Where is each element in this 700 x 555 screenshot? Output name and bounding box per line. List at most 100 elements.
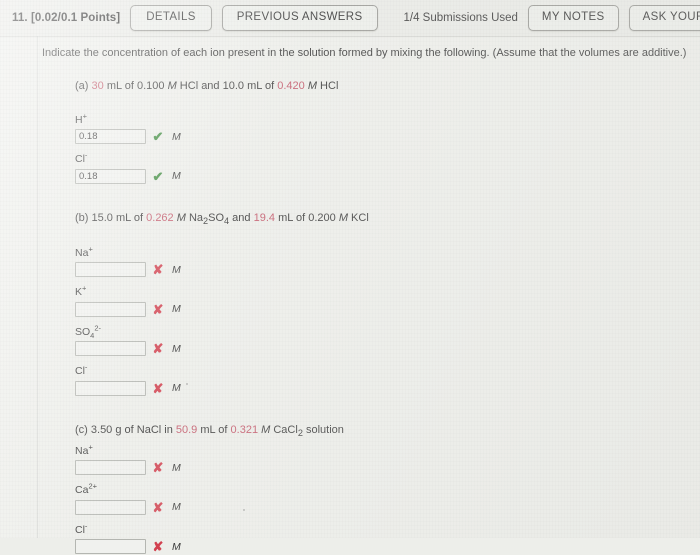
ion-label-k-plus: K+ bbox=[75, 283, 700, 299]
part-b-value-2: 19.4 bbox=[253, 211, 276, 224]
part-b-text-1: Na bbox=[185, 211, 204, 224]
part-c-molarity-1: M bbox=[261, 423, 271, 436]
part-a-molarity-1: M bbox=[167, 80, 177, 93]
answer-row-sulfate: ✘ M bbox=[75, 340, 700, 357]
ion-name: K bbox=[75, 286, 83, 299]
answer-row-na-plus-b: ✘ M bbox=[75, 261, 700, 278]
ion-label-h-plus: H+ bbox=[75, 112, 700, 126]
part-a-marker: (a) bbox=[75, 80, 89, 93]
answer-input-cl-minus-a[interactable] bbox=[75, 168, 146, 184]
answer-input-ca-2plus[interactable] bbox=[75, 499, 146, 515]
page-speck bbox=[186, 383, 188, 385]
answer-row-cl-minus-c: ✘ M bbox=[75, 538, 700, 555]
question-header-bar: 11. [0.02/0.1 Points] DETAILS PREVIOUS A… bbox=[0, 0, 700, 36]
my-notes-button[interactable]: MY NOTES bbox=[527, 5, 619, 31]
question-prompt: Indicate the concentration of each ion p… bbox=[42, 47, 687, 59]
unit-label-cl-minus-a: M bbox=[172, 170, 181, 183]
ion-name: Cl bbox=[75, 523, 85, 536]
ion-name: Cl bbox=[75, 153, 85, 166]
ion-charge: - bbox=[84, 362, 88, 372]
part-a-text-1: mL of 0.100 bbox=[103, 80, 168, 93]
ion-charge: 2- bbox=[94, 323, 102, 333]
header-right-button-group: MY NOTES ASK YOUR TEACHER bbox=[518, 5, 700, 31]
ask-your-teacher-button[interactable]: ASK YOUR TEACHER bbox=[628, 5, 700, 31]
part-c-value-1: 50.9 bbox=[175, 423, 198, 436]
unit-label-na-plus-b: M bbox=[172, 263, 181, 276]
ion-label-ca-2plus: Ca2+ bbox=[75, 481, 700, 496]
question-points-label: 11. [0.02/0.1 Points] bbox=[12, 12, 121, 24]
part-b-molarity-2: M bbox=[338, 211, 348, 224]
incorrect-cross-icon: ✘ bbox=[152, 539, 164, 555]
answer-input-sulfate[interactable] bbox=[75, 341, 146, 357]
correct-check-icon: ✔ bbox=[152, 129, 164, 145]
part-b-molarity-1: M bbox=[176, 211, 186, 224]
ion-label-cl-minus-a: Cl- bbox=[75, 150, 700, 166]
unit-label-sulfate: M bbox=[172, 342, 181, 355]
part-b-marker: (b) bbox=[75, 211, 89, 224]
ion-charge: 2+ bbox=[88, 481, 97, 491]
ion-label-na-plus-b: Na+ bbox=[75, 245, 700, 259]
unit-label-cl-minus-b: M bbox=[172, 382, 181, 395]
answer-row-na-plus-c: ✘ M bbox=[75, 459, 700, 476]
ion-label-sulfate: SO42- bbox=[75, 324, 700, 339]
ion-name: H bbox=[75, 113, 83, 126]
ion-label-cl-minus-c: Cl- bbox=[75, 522, 700, 536]
details-button[interactable]: DETAILS bbox=[130, 5, 212, 31]
ion-charge: - bbox=[84, 150, 88, 160]
part-b-value-1: 0.262 bbox=[146, 211, 174, 224]
incorrect-cross-icon: ✘ bbox=[152, 341, 164, 357]
incorrect-cross-icon: ✘ bbox=[152, 301, 164, 317]
answer-input-cl-minus-c[interactable] bbox=[75, 539, 146, 555]
part-b-text-3: and bbox=[229, 211, 254, 224]
question-content: Indicate the concentration of each ion p… bbox=[0, 36, 700, 555]
incorrect-cross-icon: ✘ bbox=[152, 499, 164, 515]
part-c-statement: (c) 3.50 g of NaCl in 50.9 mL of 0.321 M… bbox=[75, 423, 700, 440]
part-b-text-5: KCl bbox=[348, 211, 369, 224]
unit-label-ca-2plus: M bbox=[172, 501, 181, 514]
ion-charge: + bbox=[88, 244, 93, 254]
part-b-statement: (b) 15.0 mL of 0.262 M Na2SO4 and 19.4 m… bbox=[75, 211, 700, 228]
page-speck bbox=[243, 509, 245, 511]
part-a-value-1: 30 bbox=[91, 80, 104, 93]
ion-name: SO bbox=[75, 325, 91, 338]
answer-input-cl-minus-b[interactable] bbox=[75, 380, 146, 396]
submissions-used-label: 1/4 Submissions Used bbox=[403, 12, 518, 24]
part-a-text-3: HCl bbox=[317, 80, 339, 93]
part-c-value-2: 0.321 bbox=[230, 423, 259, 436]
incorrect-cross-icon: ✘ bbox=[152, 460, 164, 476]
part-b-text-0: 15.0 mL of bbox=[91, 211, 147, 224]
part-a-text-2: HCl and 10.0 mL of bbox=[176, 80, 278, 93]
unit-label-k-plus: M bbox=[172, 303, 181, 316]
answer-input-k-plus[interactable] bbox=[75, 301, 146, 317]
part-a-value-2: 0.420 bbox=[277, 80, 305, 93]
unit-label-h-plus: M bbox=[172, 130, 181, 143]
incorrect-cross-icon: ✘ bbox=[152, 262, 164, 278]
ion-charge: + bbox=[88, 442, 93, 452]
answer-input-na-plus-c[interactable] bbox=[75, 460, 146, 476]
part-b-text-4: mL of 0.200 bbox=[275, 211, 339, 224]
correct-check-icon: ✔ bbox=[152, 168, 164, 184]
ion-name: Na bbox=[75, 246, 89, 259]
ion-name: Cl bbox=[75, 365, 85, 378]
part-c-text-1: mL of bbox=[197, 423, 231, 436]
answer-row-ca-2plus: ✘ M bbox=[75, 499, 700, 516]
unit-label-cl-minus-c: M bbox=[172, 540, 181, 553]
part-b-text-2: SO bbox=[208, 211, 225, 224]
ion-charge: + bbox=[82, 283, 87, 293]
answer-input-h-plus[interactable] bbox=[75, 129, 146, 145]
answer-input-na-plus-b[interactable] bbox=[75, 262, 146, 278]
incorrect-cross-icon: ✘ bbox=[152, 380, 164, 396]
part-a-answers: H+ ✔ M Cl- ✔ M bbox=[75, 112, 700, 185]
part-c-answers: Na+ ✘ M Ca2+ ✘ M Cl- ✘ M bbox=[75, 443, 700, 555]
ion-label-cl-minus-b: Cl- bbox=[75, 362, 700, 378]
part-a-molarity-2: M bbox=[307, 80, 317, 93]
answer-row-k-plus: ✘ M bbox=[75, 301, 700, 318]
part-c-text-3: solution bbox=[302, 423, 344, 436]
ion-name: Na bbox=[75, 444, 89, 457]
ion-charge: + bbox=[82, 111, 87, 121]
unit-label-na-plus-c: M bbox=[172, 461, 181, 474]
previous-answers-button[interactable]: PREVIOUS ANSWERS bbox=[221, 5, 378, 31]
answer-row-h-plus: ✔ M bbox=[75, 128, 700, 145]
answer-row-cl-minus-a: ✔ M bbox=[75, 168, 700, 185]
part-c-text-0: 3.50 g of NaCl in bbox=[90, 423, 176, 436]
